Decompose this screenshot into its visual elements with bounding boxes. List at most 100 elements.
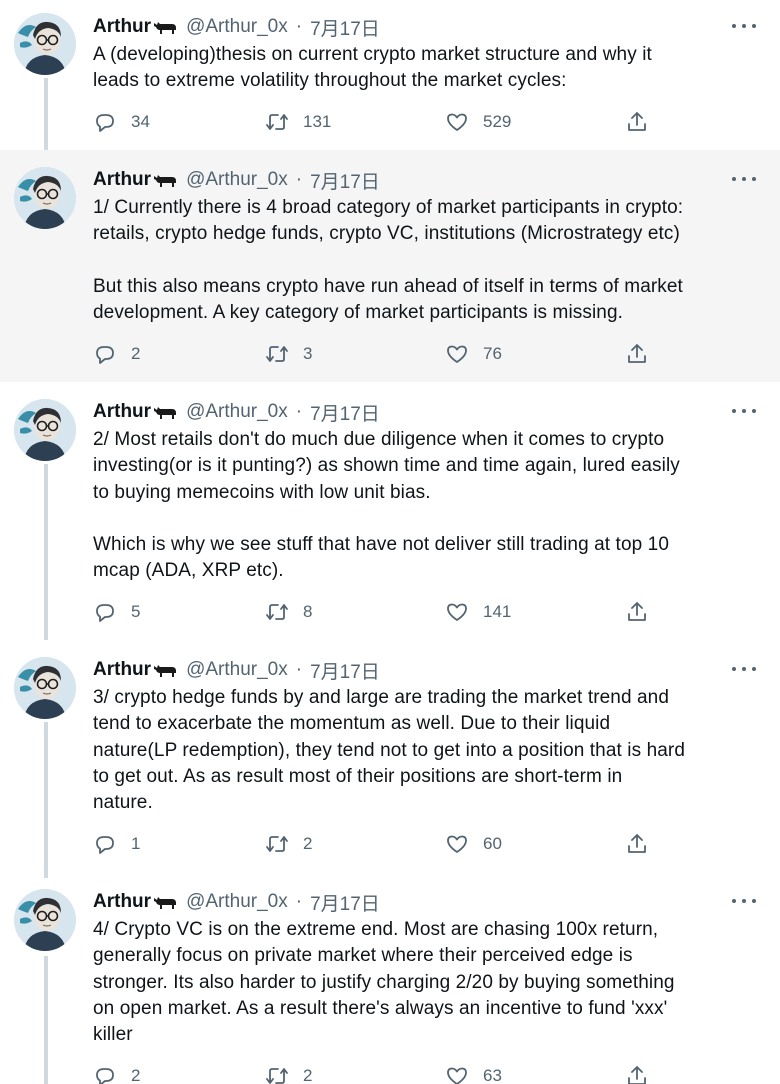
tweet-text: A (developing)thesis on current crypto m… [93,42,763,95]
tweet-date[interactable]: 7月17日 [310,167,380,194]
tweet[interactable]: Arthur @Arthur_0x · 7月17日 3/ crypto hedg… [0,640,780,878]
tweet-date[interactable]: 7月17日 [310,399,380,426]
reply-icon [96,604,114,622]
retweet-button[interactable]: 3 [265,339,312,369]
author-name[interactable]: Arthur [93,16,151,38]
retweet-button[interactable]: 2 [265,1061,312,1084]
retweet-icon [266,836,288,852]
heart-icon [447,603,467,621]
avatar[interactable] [14,399,76,461]
tweet-line: development. A key category of market pa… [93,301,623,323]
retweet-button[interactable]: 131 [265,107,331,137]
tweet-line: 3/ crypto hedge funds by and large are t… [93,687,670,708]
retweet-icon [266,114,288,130]
retweet-button[interactable]: 8 [265,597,312,627]
bull-icon [152,661,178,679]
like-count: 60 [483,834,502,853]
tweet-actions: 1 2 60 [93,829,663,859]
tweet-text: 3/ crypto hedge funds by and large are t… [93,685,763,816]
tweet-text: 2/ Most retails don't do much due dilige… [93,427,763,584]
tweet-header: Arthur @Arthur_0x · 7月17日 [93,657,380,683]
tweet-date[interactable]: 7月17日 [310,657,380,684]
reply-count: 2 [131,344,141,363]
heart-icon [447,1067,467,1084]
more-horizontal-icon[interactable] [732,659,756,679]
tweet-line: Which is why we see stuff that have not … [93,533,669,555]
share-button[interactable] [625,597,649,627]
more-horizontal-icon[interactable] [732,169,756,189]
tweet-header: Arthur @Arthur_0x · 7月17日 [93,399,380,425]
like-button[interactable]: 141 [445,597,511,627]
reply-icon [96,1068,114,1084]
tweet-line: But this also means crypto have run ahea… [93,275,683,297]
reply-button[interactable]: 34 [93,107,150,137]
separator: · [295,891,303,912]
tweet[interactable]: Arthur @Arthur_0x · 7月17日 4/ Crypto VC i… [0,878,780,1084]
avatar[interactable] [14,657,76,719]
like-count: 141 [483,602,512,621]
bull-icon [152,171,178,189]
tweet-line: investing(or is it punting?) as shown ti… [93,455,680,477]
tweet-line: 2/ Most retails don't do much due dilige… [93,429,665,450]
heart-icon [447,345,467,363]
share-button[interactable] [625,829,649,859]
avatar[interactable] [14,167,76,229]
author-handle[interactable]: @Arthur_0x [186,401,288,423]
separator: · [295,659,303,680]
more-horizontal-icon[interactable] [732,16,756,36]
author-name[interactable]: Arthur [93,169,151,191]
tweet-line: 4/ Crypto VC is on the extreme end. Most… [93,919,659,940]
more-horizontal-icon[interactable] [732,891,756,911]
like-button[interactable]: 60 [445,829,502,859]
like-button[interactable]: 63 [445,1061,502,1084]
tweet[interactable]: Arthur @Arthur_0x · 7月17日 2/ Most retail… [0,382,780,640]
avatar[interactable] [14,13,76,75]
tweet-header: Arthur @Arthur_0x · 7月17日 [93,167,380,193]
tweet-line: killer [93,1024,133,1046]
tweet-thread: Arthur @Arthur_0x · 7月17日 A (developing)… [0,0,780,1084]
like-count: 529 [483,112,512,131]
tweet-line: generally focus on private market where … [93,945,633,967]
author-handle[interactable]: @Arthur_0x [186,659,288,681]
author-name[interactable]: Arthur [93,891,151,913]
tweet-line: mcap (ADA, XRP etc). [93,560,284,582]
author-name[interactable]: Arthur [93,401,151,423]
bull-icon [152,403,178,421]
retweet-count: 131 [303,112,332,131]
share-icon [628,112,646,131]
tweet-date[interactable]: 7月17日 [310,14,380,41]
reply-count: 2 [131,1066,141,1084]
like-button[interactable]: 529 [445,107,511,137]
tweet-text: 4/ Crypto VC is on the extreme end. Most… [93,917,763,1048]
reply-button[interactable]: 1 [93,829,140,859]
heart-icon [447,835,467,853]
more-horizontal-icon[interactable] [732,401,756,421]
reply-button[interactable]: 5 [93,597,140,627]
tweet[interactable]: Arthur @Arthur_0x · 7月17日 1/ Currently t… [0,150,780,382]
separator: · [295,169,303,190]
like-button[interactable]: 76 [445,339,502,369]
share-icon [628,834,646,853]
share-button[interactable] [625,339,649,369]
author-name[interactable]: Arthur [93,659,151,681]
author-handle[interactable]: @Arthur_0x [186,16,288,38]
share-button[interactable] [625,1061,649,1084]
reply-button[interactable]: 2 [93,1061,140,1084]
tweet-line: to get out. As as result most of their p… [93,765,623,787]
share-button[interactable] [625,107,649,137]
author-handle[interactable]: @Arthur_0x [186,891,288,913]
reply-count: 5 [131,602,141,621]
reply-count: 34 [131,112,150,131]
reply-button[interactable]: 2 [93,339,140,369]
tweet-line: nature. [93,792,153,814]
tweet-line: to buying memecoins with low unit bias. [93,481,431,503]
tweet-line [93,248,763,274]
tweet[interactable]: Arthur @Arthur_0x · 7月17日 A (developing)… [0,0,780,150]
author-handle[interactable]: @Arthur_0x [186,169,288,191]
tweet-date[interactable]: 7月17日 [310,889,380,916]
tweet-line: on open market. As a result there's alwa… [93,997,668,1019]
tweet-line: stronger. Its also harder to justify cha… [93,971,675,993]
avatar[interactable] [14,889,76,951]
retweet-button[interactable]: 2 [265,829,312,859]
reply-count: 1 [131,834,141,853]
